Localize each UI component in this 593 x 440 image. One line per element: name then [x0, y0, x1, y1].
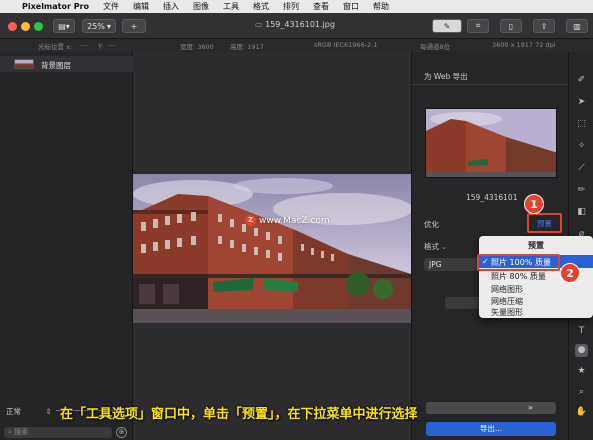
export-preview-thumbnail — [425, 108, 557, 178]
menu-image[interactable]: 图像 — [193, 1, 209, 12]
dropdown-item-web-graphics[interactable]: 网络图形 — [491, 284, 523, 295]
magic-wand-icon[interactable]: ✧ — [575, 140, 588, 153]
app-name-menu[interactable]: Pixelmator Pro — [22, 2, 89, 11]
format-value: JPG — [429, 260, 442, 269]
dropdown-item-photo-80[interactable]: 照片 80% 质量 — [491, 271, 546, 282]
view-mode-button[interactable]: ▤▾ — [53, 19, 75, 33]
sidebar-toggle-button[interactable]: ▥ — [566, 19, 588, 33]
image-canvas[interactable]: Z www.MacZ.com — [133, 174, 411, 323]
photo-street-buildings — [133, 174, 411, 323]
watermark-logo: Z — [245, 215, 256, 226]
text-tool-icon[interactable]: T — [575, 325, 588, 338]
close-window-button[interactable] — [8, 22, 17, 31]
zoom-window-button[interactable] — [34, 22, 43, 31]
panel-title: 为 Web 导出 — [424, 72, 468, 81]
zoom-select[interactable]: 25% ▾ — [82, 19, 116, 33]
format-label: 格式 ⌄ — [424, 241, 447, 252]
preset-button[interactable]: 预置 — [537, 218, 552, 229]
style-tool-icon[interactable]: ✐ — [575, 74, 588, 87]
divider — [411, 84, 568, 85]
chevron-double-right-icon: » — [528, 403, 533, 412]
document-filename: 159_4316101.jpg — [265, 20, 335, 29]
image-width: 宽度: 3600 — [180, 43, 214, 51]
dropdown-item-vector-graphics[interactable]: 矢量图形 — [491, 307, 523, 318]
color-picker-icon[interactable]: ⟋ — [575, 162, 588, 175]
cursor-x-value: --- — [80, 41, 88, 49]
zoom-value: 25% — [87, 21, 105, 31]
menu-arrange[interactable]: 排列 — [283, 1, 299, 12]
menu-insert[interactable]: 插入 — [163, 1, 179, 12]
cursor-position-label: 光标位置 x: — [38, 43, 73, 51]
blend-mode-value: 正常 — [6, 407, 21, 416]
gradient-tool-icon[interactable]: ◧ — [575, 206, 588, 219]
format-tools-button[interactable]: ✎ — [432, 19, 462, 33]
export-button[interactable]: ▯ — [500, 19, 522, 33]
arrange-tool-icon[interactable]: ➤ — [575, 96, 588, 109]
dropdown-header: 预置 — [528, 241, 544, 250]
layers-panel — [0, 52, 133, 440]
menu-file[interactable]: 文件 — [103, 1, 119, 12]
menu-edit[interactable]: 编辑 — [133, 1, 149, 12]
crop-button[interactable]: ⌗ — [467, 19, 489, 33]
layer-row[interactable]: 背景图层 — [0, 56, 133, 72]
dropdown-item-web-compressed[interactable]: 网络压缩 — [491, 296, 523, 307]
step-1-badge: 1 — [524, 194, 544, 214]
search-placeholder: 搜索 — [14, 428, 29, 436]
layer-search-field[interactable]: ⌕ 搜索 — [4, 427, 112, 438]
cursor-y-value: --- — [108, 41, 116, 49]
watermark-text: www.MacZ.com — [259, 216, 330, 226]
zoom-tool-icon[interactable]: ⌕ — [575, 386, 588, 399]
image-height: 高度: 1917 — [230, 43, 264, 51]
brush-icon: ✎ — [443, 21, 451, 31]
chevron-updown-icon: ⇕ — [45, 407, 52, 416]
file-icon: ▯ — [508, 21, 514, 31]
hand-tool-icon[interactable]: ✋ — [575, 406, 588, 419]
shape-tool-icon[interactable]: ● — [575, 344, 588, 357]
format-label-text: 格式 — [424, 242, 439, 251]
share-icon: ⇪ — [540, 21, 548, 31]
bit-depth: 每通道8位 — [420, 43, 451, 51]
step-2-badge: 2 — [560, 263, 580, 283]
color-profile: sRGB IEC61966-2.1 — [314, 41, 378, 49]
cursor-y-label: y: — [98, 41, 104, 49]
menu-help[interactable]: 帮助 — [373, 1, 389, 12]
blend-mode-select[interactable]: 正常 ⇕ — [6, 406, 52, 417]
preview-image — [426, 109, 556, 177]
paint-brush-icon[interactable]: ✏ — [575, 184, 588, 197]
selection-tool-icon[interactable]: ⬚ — [575, 118, 588, 131]
image-dimensions: 3600 x 1917 72 dpi — [492, 41, 556, 49]
share-button[interactable]: ⇪ — [533, 19, 555, 33]
minimize-window-button[interactable] — [21, 22, 30, 31]
sidebar-icon: ▤▾ — [58, 21, 70, 31]
effects-tool-icon[interactable]: ★ — [575, 365, 588, 378]
chevron-down-icon: ⌄ — [441, 242, 448, 251]
document-title: ▭ 159_4316101.jpg — [255, 20, 335, 29]
info-bar: 光标位置 x: --- y: --- 宽度: 3600 高度: 1917 sRG… — [0, 39, 593, 52]
menu-tools[interactable]: 工具 — [223, 1, 239, 12]
layer-thumbnail — [14, 59, 34, 69]
selected-item-highlight-box — [477, 254, 560, 271]
menu-bar: Pixelmator Pro 文件 编辑 插入 图像 工具 格式 排列 查看 窗… — [0, 0, 593, 13]
crop-icon: ⌗ — [475, 21, 481, 30]
format-select[interactable]: JPG — [424, 258, 484, 271]
layer-options-icon[interactable]: ⊕ — [116, 427, 127, 438]
menu-window[interactable]: 窗口 — [343, 1, 359, 12]
add-button[interactable]: + — [122, 19, 146, 33]
optimize-label: 优化 — [424, 220, 439, 229]
preview-filename: 159_4316101 — [466, 193, 518, 202]
document-icon: ▭ — [255, 20, 266, 29]
sidebar-icon: ▥ — [573, 21, 581, 31]
tutorial-caption: 在「工具选项」窗口中，单击「预置」，在下拉菜单中进行选择 — [60, 407, 418, 422]
plus-icon: + — [130, 21, 138, 31]
chevron-down-icon: ▾ — [106, 21, 111, 31]
layer-name: 背景图层 — [41, 61, 71, 70]
menu-format[interactable]: 格式 — [253, 1, 269, 12]
menu-view[interactable]: 查看 — [313, 1, 329, 12]
